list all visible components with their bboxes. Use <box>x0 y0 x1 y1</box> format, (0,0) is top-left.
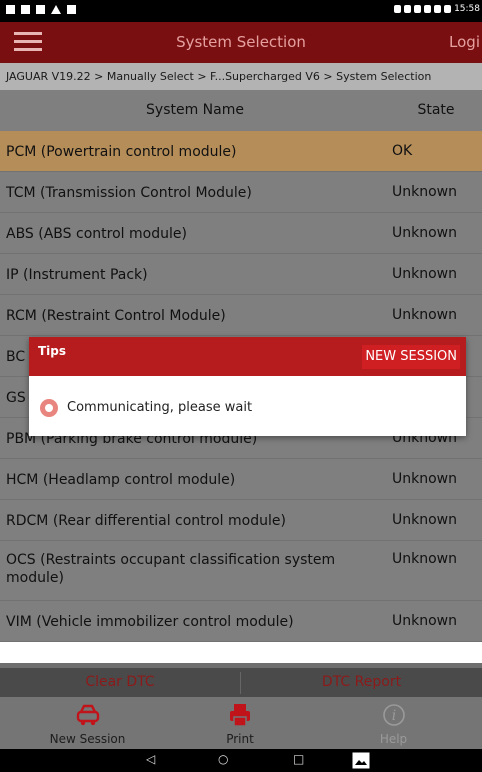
system-name: TCM (Transmission Control Module) <box>6 185 252 201</box>
dialog-new-session-button[interactable]: NEW SESSION <box>362 345 460 369</box>
status-left-icons <box>6 5 76 14</box>
system-name: HCM (Headlamp control module) <box>6 472 236 488</box>
dialog-body: Communicating, please wait <box>29 376 466 436</box>
system-state: Unknown <box>392 266 457 282</box>
system-name: RCM (Restraint Control Module) <box>6 308 226 324</box>
notification-icon <box>67 5 76 14</box>
system-name: OCS (Restraints occupant classification … <box>6 552 336 586</box>
app-bar: System Selection Logi <box>0 22 482 63</box>
table-row[interactable]: ABS (ABS control module) Unknown <box>0 213 482 254</box>
system-state: Unknown <box>392 613 457 629</box>
image-icon <box>21 5 30 14</box>
action-bar: Clear DTC DTC Report <box>0 668 482 697</box>
system-name: ABS (ABS control module) <box>6 226 187 242</box>
system-name: PCM (Powertrain control module) <box>6 144 237 160</box>
system-state: OK <box>392 143 413 159</box>
system-state: Unknown <box>392 471 457 487</box>
printer-icon <box>230 704 250 727</box>
help-button[interactable]: i Help <box>305 697 482 749</box>
system-state: Unknown <box>392 551 457 567</box>
dialog-message: Communicating, please wait <box>67 400 253 415</box>
print-button[interactable]: Print <box>175 697 305 749</box>
tips-dialog: Tips NEW SESSION Communicating, please w… <box>29 337 466 436</box>
breadcrumb: JAGUAR V19.22 > Manually Select > F...Su… <box>0 63 482 90</box>
help-label: Help <box>379 732 408 746</box>
system-state: Unknown <box>392 307 457 323</box>
status-right-icons: 15:58 <box>394 4 480 14</box>
system-state: Unknown <box>392 184 457 200</box>
battery-icon <box>444 5 452 13</box>
dialog-header: Tips NEW SESSION <box>29 337 466 376</box>
recents-icon[interactable]: □ <box>293 752 304 766</box>
home-icon[interactable]: ○ <box>218 752 228 766</box>
table-row[interactable]: PCM (Powertrain control module) OK <box>0 131 482 172</box>
bottom-nav: New Session Print i Help <box>0 697 482 749</box>
system-name: RDCM (Rear differential control module) <box>6 513 286 529</box>
svg-text:i: i <box>391 708 395 724</box>
table-row[interactable]: VIM (Vehicle immobilizer control module)… <box>0 601 482 642</box>
system-name: VIM (Vehicle immobilizer control module) <box>6 614 294 630</box>
print-label: Print <box>226 732 254 746</box>
table-row[interactable]: IP (Instrument Pack) Unknown <box>0 254 482 295</box>
clear-dtc-button[interactable]: Clear DTC <box>0 674 240 690</box>
column-header-system-name: System Name <box>146 102 244 118</box>
table-row[interactable]: TCM (Transmission Control Module) Unknow… <box>0 172 482 213</box>
table-header: System Name State <box>0 90 482 131</box>
bluetooth-icon <box>404 5 412 13</box>
progress-radio-icon <box>40 399 58 417</box>
square-icon <box>36 5 45 14</box>
info-icon: i <box>382 704 405 726</box>
dialog-title: Tips <box>38 344 67 358</box>
column-header-state: State <box>417 102 455 118</box>
back-icon[interactable]: ◁ <box>146 752 155 766</box>
sim-icon <box>434 5 442 13</box>
dtc-report-button[interactable]: DTC Report <box>241 674 482 690</box>
table-row[interactable]: RDCM (Rear differential control module) … <box>0 500 482 541</box>
page-title: System Selection <box>176 33 306 51</box>
login-button[interactable]: Logi <box>449 33 480 51</box>
car-icon <box>76 704 99 726</box>
system-navigation-bar: ◁ ○ □ <box>0 749 482 772</box>
wifi-icon <box>424 5 432 13</box>
system-state: Unknown <box>392 512 457 528</box>
status-bar: 15:58 <box>0 0 482 22</box>
system-state: Unknown <box>392 225 457 241</box>
system-name: IP (Instrument Pack) <box>6 267 148 283</box>
status-time: 15:58 <box>454 4 480 14</box>
screenshot-icon[interactable] <box>352 752 370 769</box>
table-row[interactable]: HCM (Headlamp control module) Unknown <box>0 459 482 500</box>
vibrate-icon <box>414 5 422 13</box>
warning-icon <box>51 5 61 14</box>
table-row[interactable]: OCS (Restraints occupant classification … <box>0 541 482 601</box>
new-session-button[interactable]: New Session <box>0 697 175 749</box>
location-icon <box>394 5 402 13</box>
notification-icon <box>6 5 15 14</box>
new-session-label: New Session <box>49 732 126 746</box>
table-row[interactable]: RCM (Restraint Control Module) Unknown <box>0 295 482 336</box>
